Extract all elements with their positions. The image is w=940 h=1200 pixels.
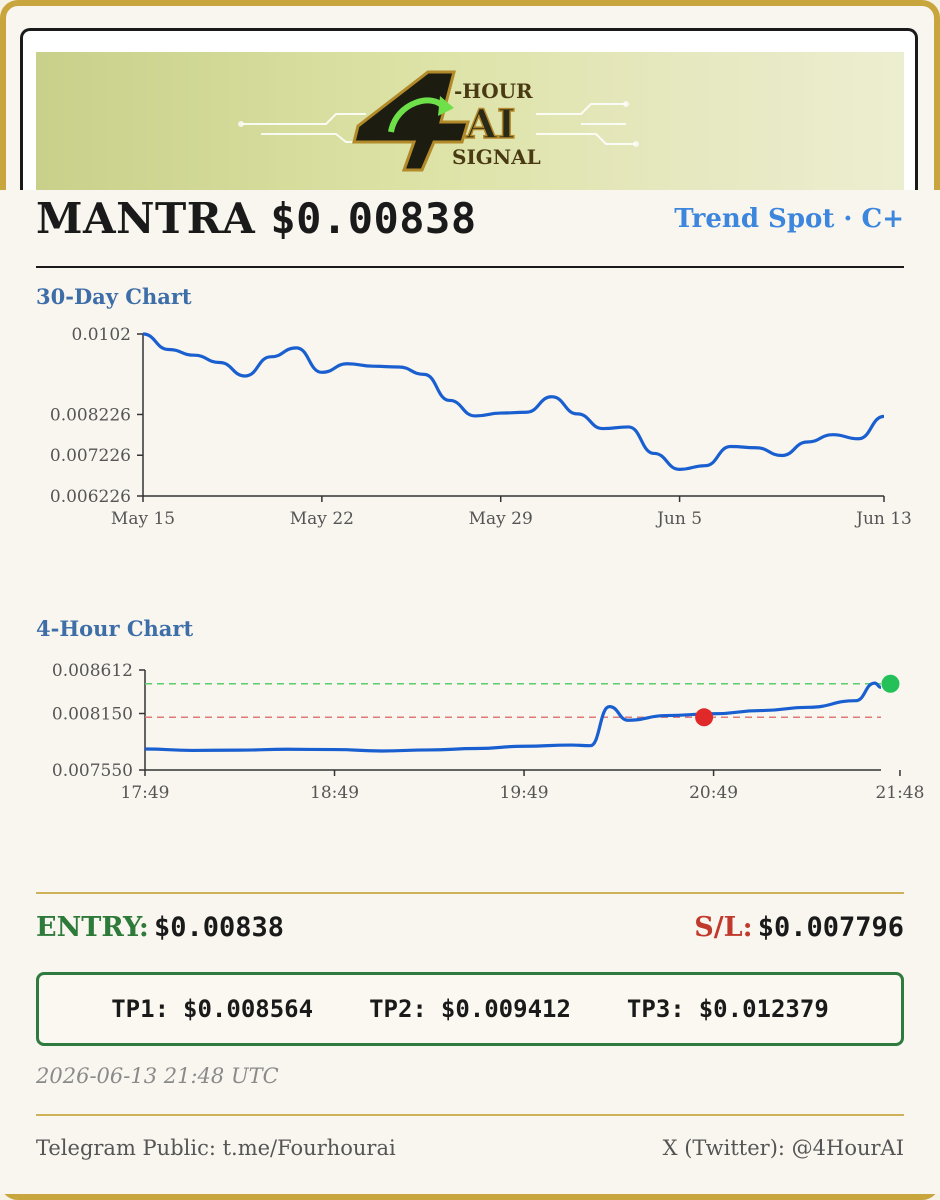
y-tick-label: 0.008612: [52, 661, 133, 681]
x-tick-label: 21:48: [875, 783, 924, 803]
trade-divider-top: [36, 892, 904, 894]
asset-name: MANTRA: [36, 194, 256, 243]
series-line: [142, 332, 885, 471]
x-tick-label: May 29: [469, 509, 533, 529]
chart-4h: 0.008612 0.008150 0.00755017:49 18:49 19:49 2…: [52, 661, 925, 803]
four-numeral-shape: [352, 70, 471, 172]
signal-marker: [695, 708, 714, 727]
chart-30d: 0.0102 0.008226 0.007226 0.006226May 15 May …: [50, 325, 912, 529]
stop-label: S/L:: [694, 912, 753, 943]
telegram-link[interactable]: Telegram Public: t.me/Fourhourai: [36, 1136, 396, 1160]
tp2-item: TP2: $0.009412: [369, 995, 571, 1023]
tp1-label: TP1:: [111, 995, 170, 1023]
signal-timestamp: 2026-06-13 21:48 UTC: [36, 1064, 279, 1088]
stop-block: S/L: $0.007796: [694, 912, 904, 943]
chart-30d-title: 30-Day Chart: [36, 284, 192, 309]
asset-headline: MANTRA $0.00838: [36, 194, 477, 243]
y-tick-label: 0.008150: [52, 705, 133, 725]
chart-4h-title: 4-Hour Chart: [36, 616, 194, 641]
signal-content: MANTRA $0.00838 Trend Spot · C+ 30-Day C…: [0, 190, 940, 1194]
entry-block: ENTRY: $0.00838: [36, 912, 284, 943]
logo-signal-text: SIGNAL: [452, 145, 541, 169]
logo-ai-text: AI: [465, 101, 516, 148]
logo-graphic: -HOUR AI SIGNAL: [238, 70, 639, 172]
tp2-value: $0.009412: [440, 995, 571, 1023]
tp2-label: TP2:: [369, 995, 427, 1023]
x-tick-label: 17:49: [121, 783, 170, 803]
stop-value: $0.007796: [757, 912, 904, 943]
x-tick-label: 18:49: [310, 783, 359, 803]
x-tick-label: 19:49: [500, 783, 549, 803]
footer-divider: [36, 1114, 904, 1116]
logo-hour-text: -HOUR: [454, 79, 533, 103]
y-tick-label: 0.006226: [50, 487, 131, 507]
header-divider: [36, 266, 904, 268]
y-tick-label: 0.007226: [50, 446, 131, 466]
y-tick-label: 0.007550: [52, 761, 133, 781]
tp1-value: $0.008564: [183, 995, 314, 1023]
x-tick-label: Jun 5: [655, 509, 702, 529]
twitter-link[interactable]: X (Twitter): @4HourAI: [663, 1136, 904, 1160]
x-tick-label: May 15: [111, 509, 175, 529]
asset-price: $0.00838: [270, 194, 477, 243]
x-tick-label: Jun 13: [854, 509, 912, 529]
tp3-item: TP3: $0.012379: [627, 995, 829, 1023]
tp3-label: TP3:: [626, 995, 685, 1023]
y-tick-label: 0.008226: [50, 405, 131, 425]
y-tick-label: 0.0102: [72, 325, 131, 345]
x-tick-label: May 22: [290, 509, 354, 529]
x-tick-label: 20:49: [689, 783, 738, 803]
entry-value: $0.00838: [153, 912, 285, 943]
signal-marker: [881, 674, 900, 693]
signal-grade: Trend Spot · C+: [674, 204, 904, 234]
brand-banner: -HOUR AI SIGNAL: [36, 52, 904, 190]
entry-label: ENTRY:: [36, 912, 149, 943]
tp3-value: $0.012379: [698, 995, 829, 1023]
take-profit-box: TP1: $0.008564 TP2: $0.009412 TP3: $0.01237…: [36, 972, 904, 1046]
entry-stop-row: ENTRY: $0.00838 S/L: $0.007796: [36, 912, 904, 952]
tp1-item: TP1: $0.008564: [111, 995, 313, 1023]
